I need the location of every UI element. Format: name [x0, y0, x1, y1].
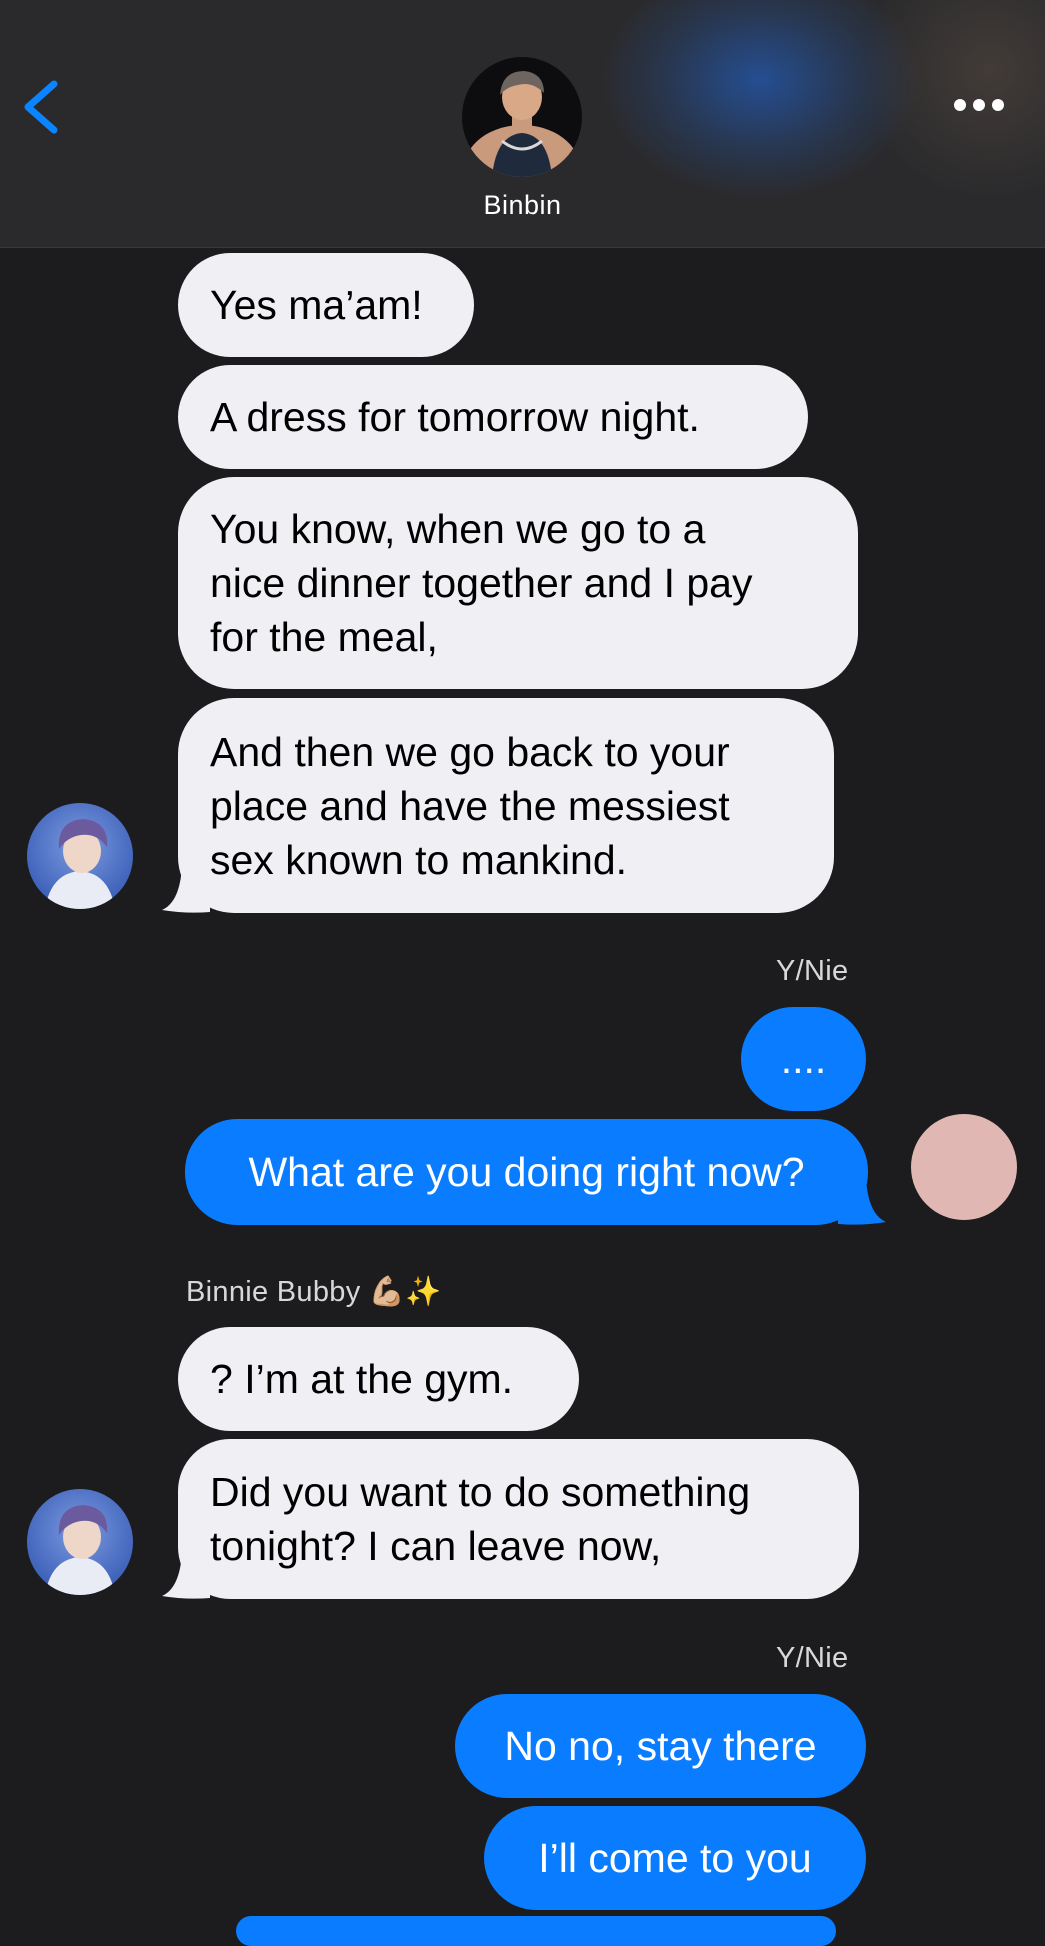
- incoming-bubble-tail: [162, 866, 210, 913]
- outgoing-message-bubble[interactable]: No no, stay there: [455, 1694, 866, 1798]
- sender-avatar[interactable]: [27, 803, 133, 909]
- contact-avatar[interactable]: [462, 57, 582, 177]
- outgoing-message-bubble[interactable]: What are you doing right now?: [185, 1119, 868, 1225]
- incoming-message-bubble[interactable]: And then we go back to your place and ha…: [178, 698, 834, 913]
- incoming-message-bubble[interactable]: Yes ma’am!: [178, 253, 474, 357]
- outgoing-bubble-tail: [838, 1178, 886, 1225]
- incoming-message-bubble[interactable]: You know, when we go to a nice dinner to…: [178, 477, 858, 689]
- contact-name[interactable]: Binbin: [0, 190, 1045, 221]
- conversation-header: Binbin: [0, 0, 1045, 248]
- outgoing-message-bubble[interactable]: ....: [741, 1007, 866, 1111]
- contact-photo: [462, 57, 582, 177]
- sender-name-label: Binnie Bubby 💪🏼✨: [186, 1276, 442, 1308]
- incoming-message-bubble[interactable]: Did you want to do something tonight? I …: [178, 1439, 859, 1599]
- back-button[interactable]: [14, 72, 74, 142]
- sender-avatar[interactable]: [27, 1489, 133, 1595]
- ellipsis-icon: [944, 88, 1014, 122]
- more-options-button[interactable]: [944, 88, 1014, 122]
- incoming-bubble-tail: [162, 1552, 210, 1599]
- self-avatar[interactable]: [911, 1114, 1017, 1220]
- sender-name-label: Y/Nie: [776, 955, 849, 987]
- chevron-left-icon: [24, 80, 58, 134]
- outgoing-message-bubble[interactable]: I’ll come to you: [484, 1806, 866, 1910]
- incoming-message-bubble[interactable]: A dress for tomorrow night.: [178, 365, 808, 469]
- incoming-message-bubble[interactable]: ? I’m at the gym.: [178, 1327, 579, 1431]
- sender-name-label: Y/Nie: [776, 1642, 849, 1674]
- outgoing-message-bubble-partial: [236, 1916, 836, 1946]
